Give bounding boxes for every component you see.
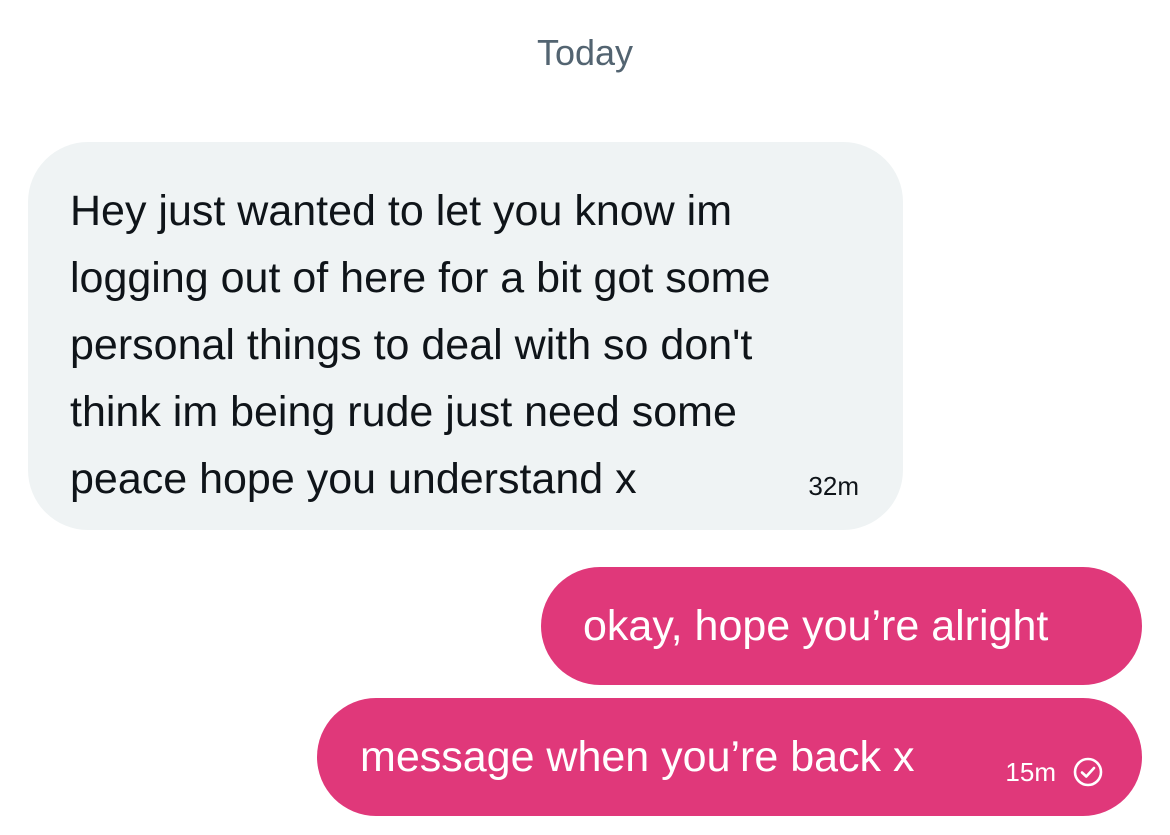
outgoing-message-bubble[interactable]: message when you’re back x 15m <box>317 698 1142 816</box>
incoming-message-bubble[interactable]: Hey just wanted to let you know im loggi… <box>28 142 903 530</box>
date-divider: Today <box>536 32 634 73</box>
message-text: Hey just wanted to let you know im loggi… <box>70 187 771 503</box>
message-meta: 15m <box>1005 756 1104 788</box>
outgoing-message-bubble[interactable]: okay, hope you’re alright <box>541 567 1142 685</box>
message-text: message when you’re back x <box>360 733 915 781</box>
message-timestamp: 15m <box>1005 757 1056 787</box>
read-check-icon <box>1072 756 1104 788</box>
message-text: okay, hope you’re alright <box>583 602 1049 650</box>
message-timestamp: 32m <box>808 471 859 501</box>
conversation-view: Today Hey just wanted to let you know im… <box>0 0 1170 835</box>
